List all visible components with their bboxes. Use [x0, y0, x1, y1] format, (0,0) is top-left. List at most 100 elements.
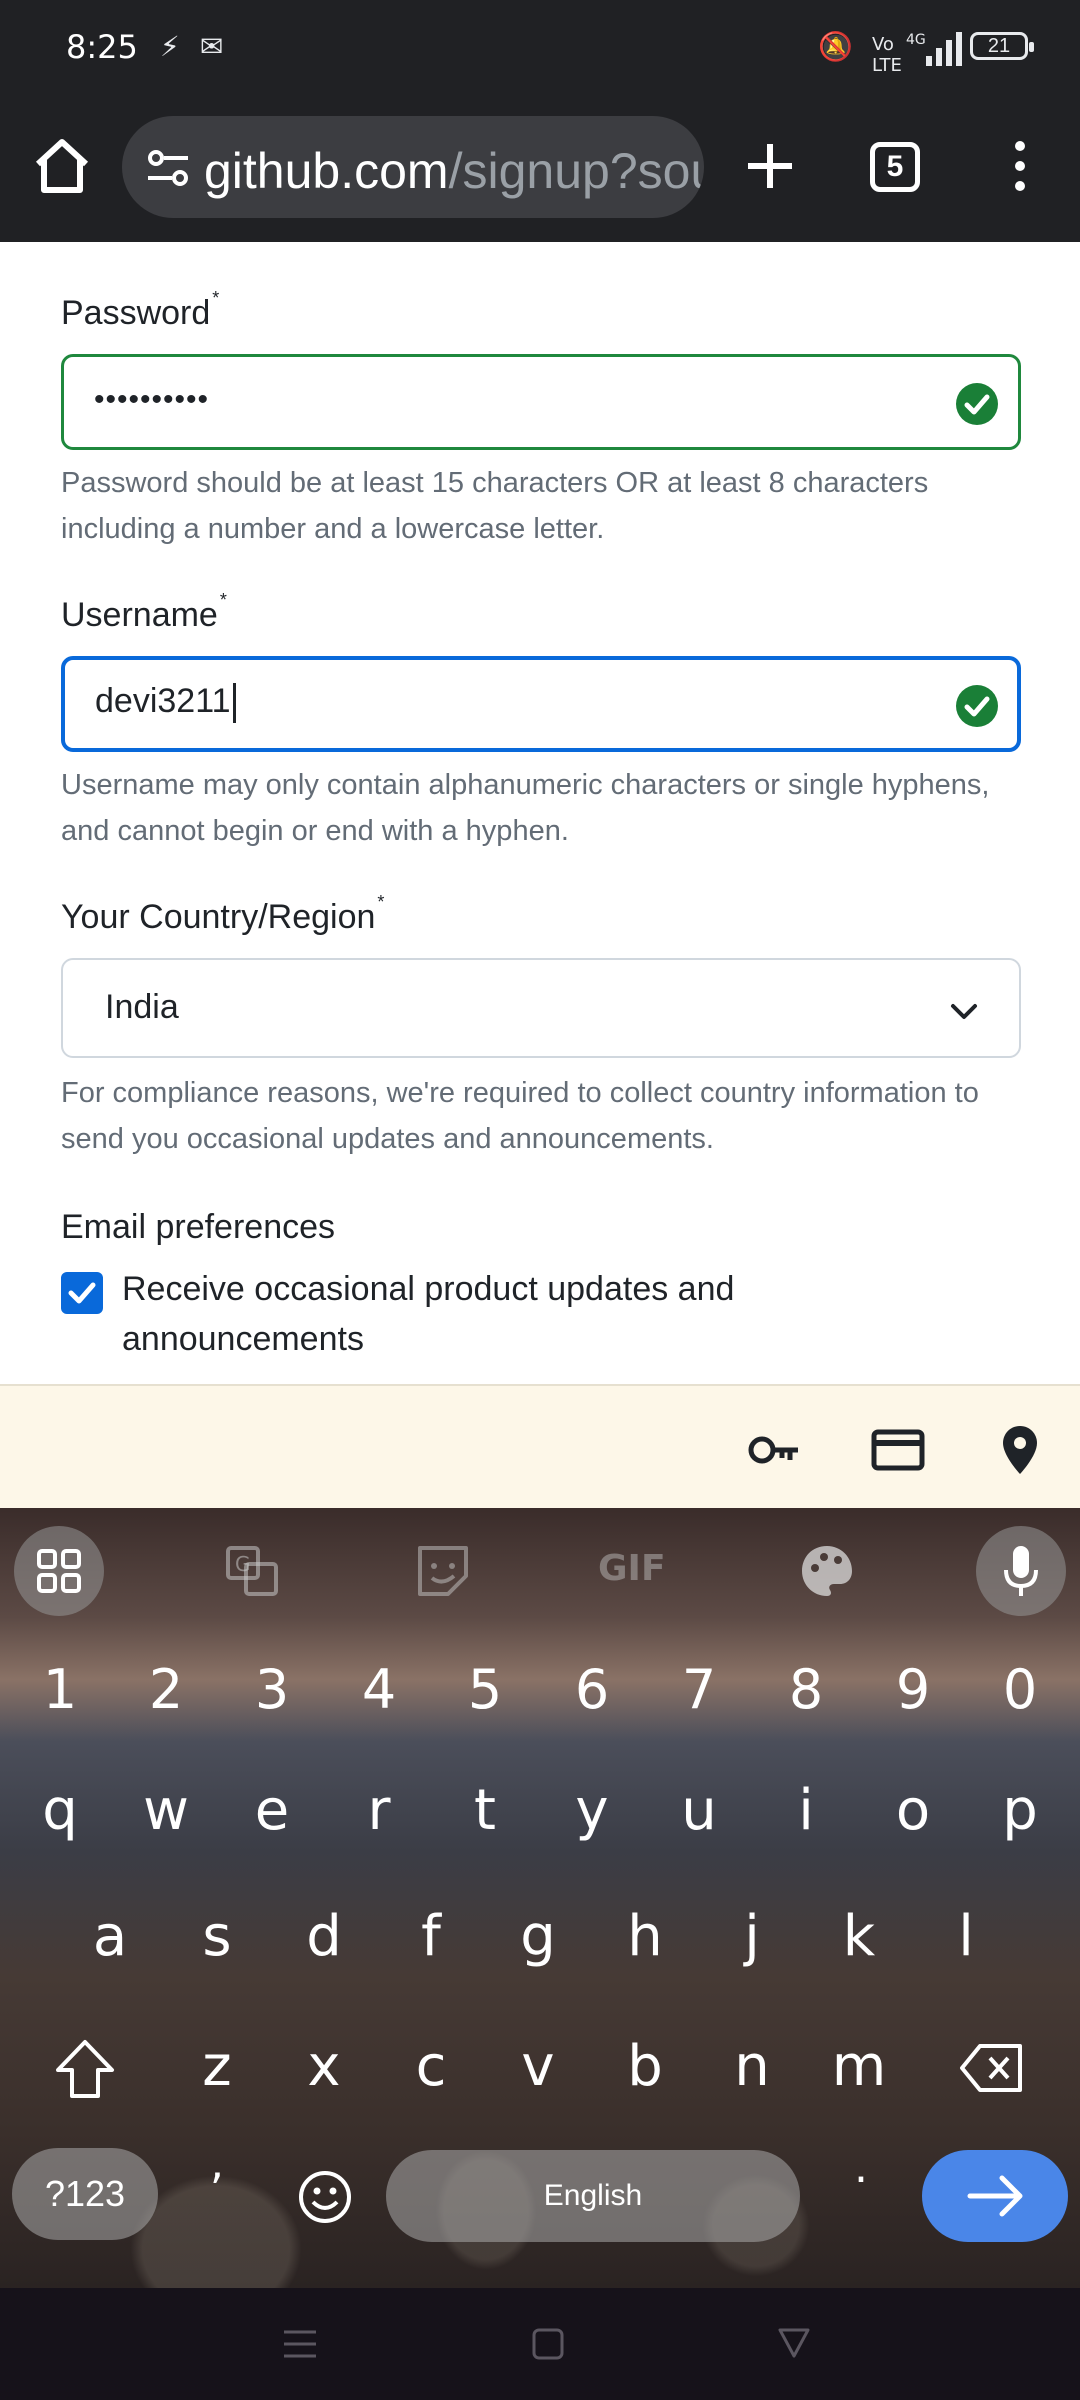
key-2[interactable]: 2	[121, 1658, 211, 1721]
browser-toolbar: github.com/signup?sou 5	[0, 100, 1080, 242]
url-text: github.com/signup?sou	[204, 142, 704, 200]
product-updates-checkbox[interactable]	[61, 1272, 103, 1314]
key-1[interactable]: 1	[15, 1658, 105, 1721]
chevron-down-icon	[951, 1004, 977, 1019]
required-mark: *	[212, 288, 220, 308]
home-nav-icon[interactable]	[530, 2326, 566, 2362]
key-r[interactable]: r	[334, 1778, 424, 1843]
key-u[interactable]: u	[654, 1778, 744, 1843]
location-pin-icon[interactable]	[992, 1422, 1048, 1478]
email-preferences-heading: Email preferences	[61, 1208, 336, 1246]
backspace-icon[interactable]	[958, 2038, 1028, 2098]
country-select[interactable]: India	[61, 958, 1021, 1058]
key-k[interactable]: k	[814, 1904, 904, 1969]
key-6[interactable]: 6	[547, 1658, 637, 1721]
microphone-icon[interactable]	[976, 1526, 1066, 1616]
space-bar[interactable]: English	[386, 2150, 800, 2242]
username-value: devi3211	[95, 682, 236, 724]
key-m[interactable]: m	[814, 2034, 904, 2099]
symbols-key[interactable]: ?123	[12, 2148, 158, 2240]
key-d[interactable]: d	[279, 1904, 369, 1969]
key-j[interactable]: j	[707, 1904, 797, 1969]
key-z[interactable]: z	[172, 2034, 262, 2099]
gif-button[interactable]: GIF	[598, 1548, 666, 1589]
address-bar[interactable]: github.com/signup?sou	[122, 116, 704, 218]
required-mark: *	[377, 892, 385, 912]
key-p[interactable]: p	[975, 1778, 1065, 1843]
country-label: Your Country/Region *	[61, 892, 385, 936]
new-tab-icon[interactable]	[740, 136, 800, 196]
arrow-right-icon	[967, 2175, 1023, 2217]
home-icon[interactable]	[30, 134, 94, 198]
key-3[interactable]: 3	[227, 1658, 317, 1721]
status-time: 8:25	[66, 28, 138, 66]
valid-check-icon	[956, 383, 998, 425]
palette-icon[interactable]	[782, 1526, 872, 1616]
key-n[interactable]: n	[707, 2034, 797, 2099]
key-4[interactable]: 4	[334, 1658, 424, 1721]
key-comma[interactable]: ,	[172, 2138, 262, 2189]
key-o[interactable]: o	[868, 1778, 958, 1843]
key-0[interactable]: 0	[975, 1658, 1065, 1721]
username-input[interactable]: devi3211	[61, 656, 1021, 752]
site-settings-icon[interactable]	[144, 144, 192, 192]
country-value: India	[105, 988, 179, 1026]
key-q[interactable]: q	[15, 1778, 105, 1843]
required-mark: *	[219, 590, 227, 610]
key-8[interactable]: 8	[761, 1658, 851, 1721]
keyboard: G GIF 1 2 3 4 5 6 7 8 9 0 q w e r t y u …	[0, 1508, 1080, 2288]
url-path: /signup?sou	[448, 143, 704, 199]
sticker-icon[interactable]	[398, 1526, 488, 1616]
battery-icon: 21	[970, 32, 1034, 60]
signup-form: Password * •••••••••• Password should be …	[0, 242, 1080, 1384]
key-y[interactable]: y	[547, 1778, 637, 1843]
key-9[interactable]: 9	[868, 1658, 958, 1721]
key-7[interactable]: 7	[654, 1658, 744, 1721]
text-caret	[232, 683, 236, 724]
credit-card-icon[interactable]	[870, 1422, 926, 1478]
autofill-bar	[0, 1384, 1080, 1508]
product-updates-label[interactable]: Receive occasional product updates and a…	[122, 1264, 922, 1364]
apps-grid-icon[interactable]	[14, 1526, 104, 1616]
key-5[interactable]: 5	[440, 1658, 530, 1721]
enter-key[interactable]	[922, 2150, 1068, 2242]
svg-text:4G: 4G	[906, 32, 926, 48]
shift-icon[interactable]	[50, 2034, 120, 2104]
key-w[interactable]: w	[121, 1778, 211, 1843]
flash-icon: ⚡	[160, 30, 180, 63]
key-h[interactable]: h	[600, 1904, 690, 1969]
key-x[interactable]: x	[279, 2034, 369, 2099]
valid-check-icon	[956, 685, 998, 727]
mute-icon: 🔕	[818, 30, 853, 63]
back-nav-icon[interactable]	[776, 2324, 812, 2360]
tab-switcher-button[interactable]: 5	[870, 142, 920, 192]
password-label: Password *	[61, 288, 220, 332]
key-period[interactable]: .	[816, 2142, 906, 2193]
emoji-icon[interactable]	[296, 2168, 354, 2226]
username-label: Username *	[61, 590, 227, 634]
recents-icon[interactable]	[280, 2326, 320, 2362]
password-value: ••••••••••	[94, 383, 210, 416]
checkmark-icon	[68, 1282, 96, 1304]
key-i[interactable]: i	[761, 1778, 851, 1843]
password-input[interactable]: ••••••••••	[61, 354, 1021, 450]
more-menu-icon[interactable]	[1000, 136, 1040, 196]
status-bar: 8:25 ⚡ ✉ 🔕 Vo LTE 4G 21	[0, 0, 1080, 100]
key-s[interactable]: s	[172, 1904, 262, 1969]
key-f[interactable]: f	[386, 1904, 476, 1969]
key-icon[interactable]	[746, 1422, 802, 1478]
username-hint: Username may only contain alphanumeric c…	[61, 769, 990, 847]
key-c[interactable]: c	[386, 2034, 476, 2099]
key-a[interactable]: a	[65, 1904, 155, 1969]
key-e[interactable]: e	[227, 1778, 317, 1843]
key-v[interactable]: v	[493, 2034, 583, 2099]
battery-level: 21	[987, 35, 1011, 57]
key-b[interactable]: b	[600, 2034, 690, 2099]
volte-icon: Vo LTE	[872, 34, 902, 76]
svg-text:G: G	[235, 1552, 251, 1576]
key-g[interactable]: g	[493, 1904, 583, 1969]
key-l[interactable]: l	[921, 1904, 1011, 1969]
key-t[interactable]: t	[440, 1778, 530, 1843]
translate-icon[interactable]: G	[206, 1526, 296, 1616]
url-domain: github.com	[204, 143, 449, 199]
